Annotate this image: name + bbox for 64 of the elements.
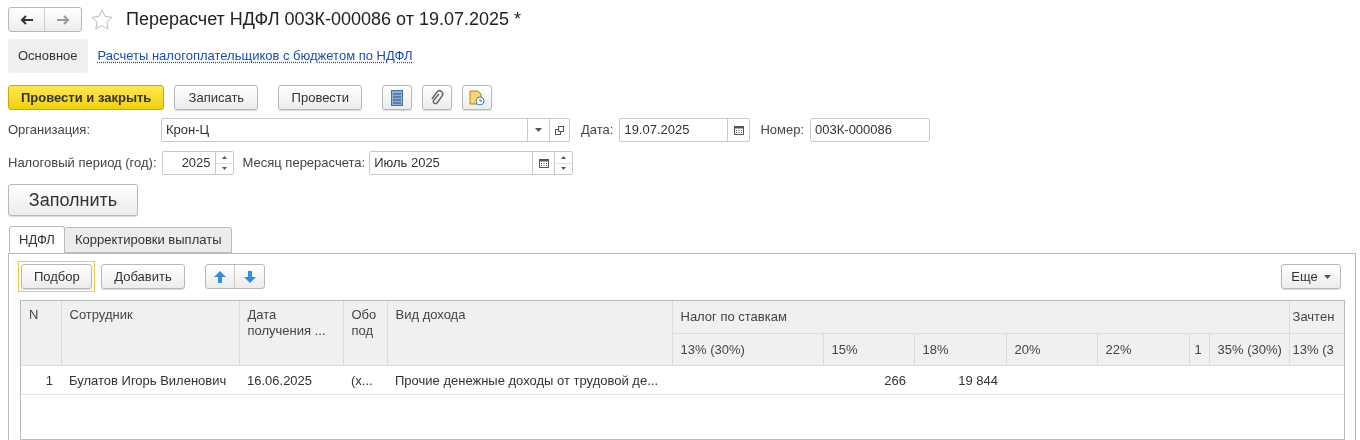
- organization-label: Организация:: [8, 121, 92, 140]
- caret-down-icon: [535, 128, 542, 132]
- column-header: 22%: [1097, 333, 1189, 366]
- column-header: N: [21, 301, 61, 366]
- caret-down-icon: [1323, 274, 1331, 279]
- fill-button[interactable]: Заполнить: [8, 184, 138, 216]
- column-header: 13% (3: [1289, 333, 1344, 366]
- number-label: Номер:: [760, 121, 805, 140]
- recalc-month-label: Месяц перерасчета:: [242, 154, 366, 173]
- section-link[interactable]: Расчеты налогоплательщиков с бюджетом по НДФЛ: [97, 39, 413, 73]
- section-tab[interactable]: Основное: [8, 39, 88, 73]
- toolbar-icon-button[interactable]: [382, 85, 413, 110]
- column-group-header: Налог по ставкам: [672, 301, 1290, 334]
- arrow-left-icon: [19, 14, 34, 25]
- tax-period-label: Налоговый период (год):: [8, 154, 157, 173]
- table-cell: 1: [21, 365, 61, 395]
- number-field[interactable]: 003К-000086: [810, 118, 931, 142]
- caret-down-icon: [221, 167, 227, 171]
- toolbar-icon-button[interactable]: [462, 85, 493, 110]
- tab[interactable]: Корректировки выплаты: [64, 227, 233, 253]
- recalc-month-field[interactable]: Июль 2025: [369, 151, 574, 175]
- column-header: Сотрудник: [61, 301, 239, 366]
- table-cell: Прочие денежные доходы от трудовой де...: [387, 365, 672, 395]
- document-list-icon: [391, 89, 404, 106]
- tab[interactable]: НДФЛ: [9, 226, 65, 253]
- arrow-up-icon: [214, 270, 226, 283]
- column-header: 15%: [823, 333, 914, 366]
- save-button[interactable]: Записать: [174, 85, 259, 110]
- column-header: Обо под: [343, 301, 387, 366]
- table-cell: 19 844: [914, 365, 1006, 395]
- date-field[interactable]: 19.07.2025: [619, 118, 751, 142]
- table-cell: Булатов Игорь Виленович: [61, 365, 239, 395]
- column-header: 35% (30%): [1209, 333, 1290, 366]
- column-header: 20%: [1006, 333, 1097, 366]
- column-header: 13% (30%): [672, 333, 823, 366]
- caret-down-icon: [561, 167, 567, 171]
- arrow-down-icon: [243, 270, 256, 283]
- caret-up-icon: [221, 155, 227, 159]
- column-header: Вид дохода: [387, 301, 672, 366]
- star-icon: [91, 9, 113, 30]
- favorite-star-button[interactable]: [90, 7, 114, 32]
- date-label: Дата:: [581, 121, 614, 140]
- open-window-icon: [555, 125, 564, 135]
- table-cell: 266: [823, 365, 914, 395]
- column-header: Дата получения ...: [239, 301, 343, 366]
- caret-up-icon: [561, 155, 567, 159]
- pick-button[interactable]: Подбор: [21, 264, 92, 290]
- arrow-right-icon: [56, 14, 70, 25]
- table-cell: (х...: [343, 365, 387, 395]
- calendar-icon: [538, 158, 549, 168]
- document-clock-icon: [469, 89, 486, 106]
- post-button[interactable]: Провести: [278, 85, 363, 110]
- column-group-header: Зачтен: [1289, 301, 1344, 334]
- calendar-icon: [733, 125, 744, 135]
- toolbar-icon-button[interactable]: [422, 85, 453, 110]
- tax-period-field[interactable]: 2025: [161, 151, 234, 175]
- post-and-close-button[interactable]: Провести и закрыть: [8, 85, 165, 110]
- column-header: 18%: [914, 333, 1006, 366]
- table-cell: 16.06.2025: [239, 365, 343, 395]
- more-button[interactable]: Еще: [1281, 264, 1341, 290]
- add-button[interactable]: Добавить: [101, 264, 185, 290]
- organization-field[interactable]: Крон-Ц: [161, 118, 570, 142]
- paperclip-icon: [430, 89, 445, 106]
- window-title: Перерасчет НДФЛ 003К-000086 от 19.07.2025 *: [126, 8, 522, 31]
